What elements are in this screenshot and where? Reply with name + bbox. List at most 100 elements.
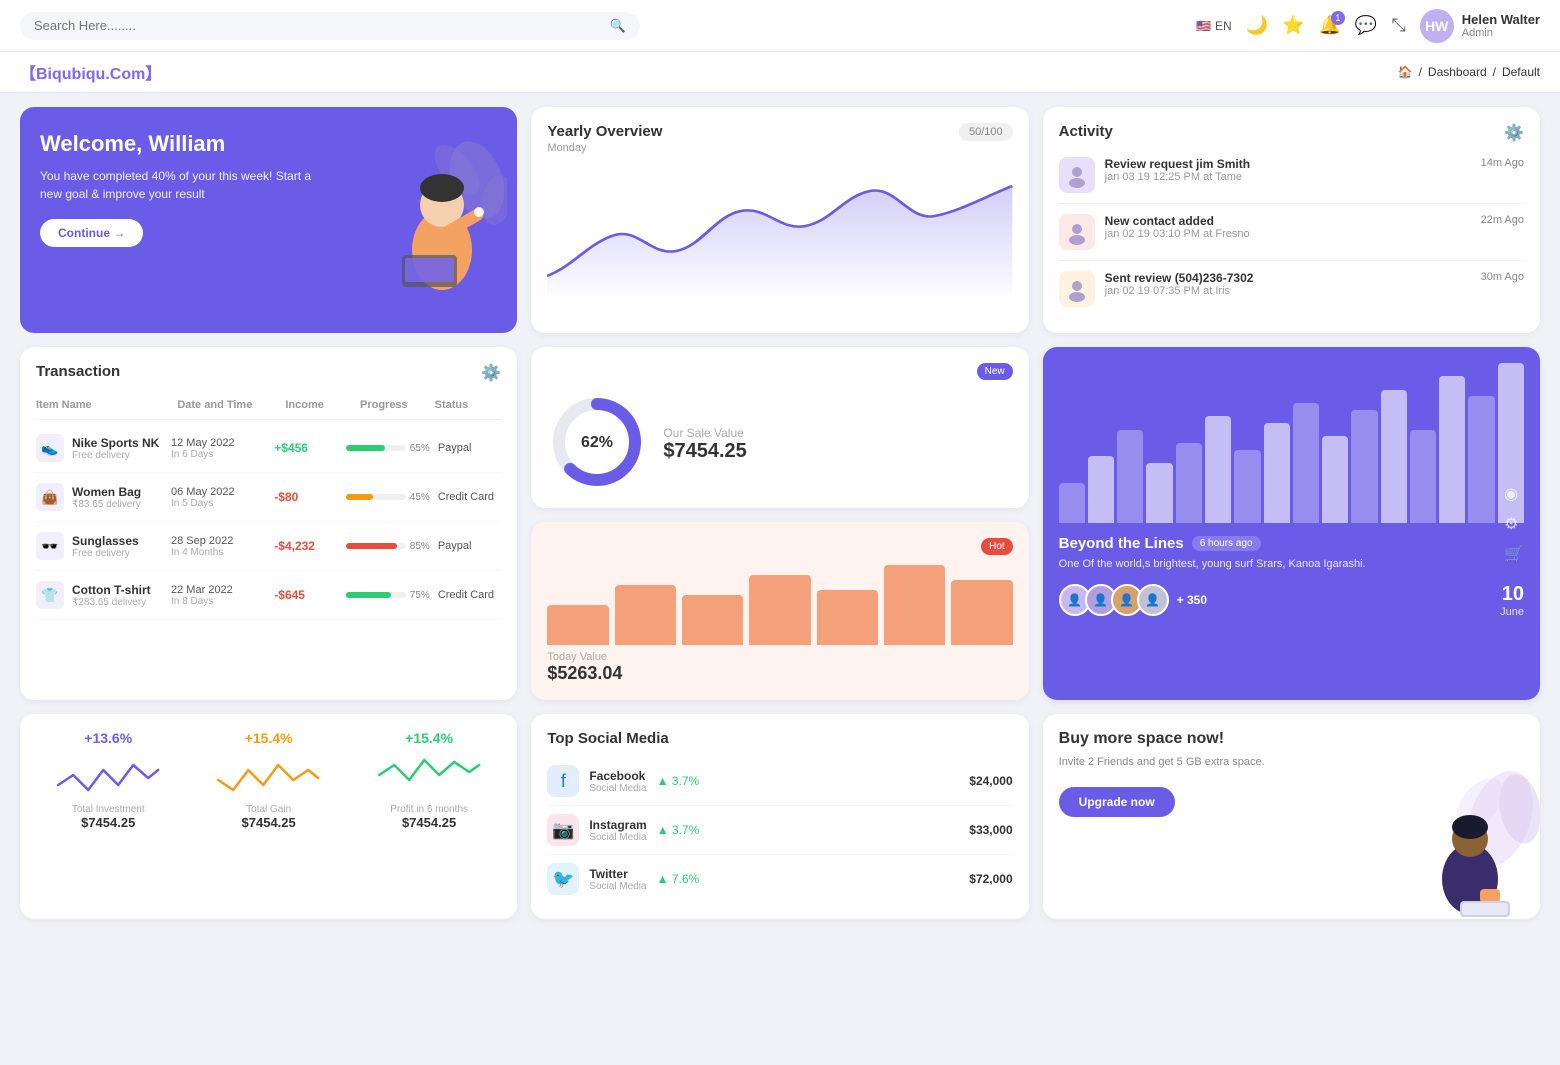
stat-investment-label: Total Investment <box>72 804 145 815</box>
search-bar[interactable]: 🔍 <box>20 12 640 40</box>
stat-profit-wave <box>357 750 501 800</box>
breadcrumb-current: Default <box>1502 65 1540 79</box>
item-date: 06 May 2022 <box>171 486 266 498</box>
social-icon: f <box>547 765 579 797</box>
welcome-title: Welcome, William <box>40 131 314 157</box>
item-status: Credit Card <box>438 491 502 503</box>
col-progress: Progress <box>360 399 427 411</box>
today-value: $5263.04 <box>547 663 1012 684</box>
chat-icon[interactable]: 💬 <box>1355 15 1377 36</box>
star-icon[interactable]: ⭐ <box>1282 15 1304 36</box>
beyond-bar-chart <box>1059 363 1524 523</box>
buy-space-card: Buy more space now! Invite 2 Friends and… <box>1043 714 1540 919</box>
progress-pct: 65% <box>410 443 430 454</box>
activity-card: Activity ⚙️ Review request jim Smith jan… <box>1043 107 1540 333</box>
col-income: Income <box>285 399 352 411</box>
breadcrumb-dashboard[interactable]: Dashboard <box>1428 65 1487 79</box>
social-row: 📷 Instagram Social Media ▲ 3.7% $33,000 <box>547 806 1012 855</box>
table-row: 👕 Cotton T-shirt ₹283.65 delivery 22 Mar… <box>36 571 501 620</box>
item-status: Credit Card <box>438 589 502 601</box>
item-date-sub: In 8 Days <box>171 596 266 607</box>
new-badge: New <box>977 363 1013 380</box>
language-selector[interactable]: 🇺🇸 EN <box>1196 19 1232 33</box>
social-pct: ▲ 3.7% <box>657 823 700 837</box>
home-icon[interactable]: 🏠 <box>1398 65 1413 79</box>
user-info[interactable]: HW Helen Walter Admin <box>1420 9 1540 43</box>
item-name: Cotton T-shirt <box>72 583 151 597</box>
item-name: Sunglasses <box>72 534 139 548</box>
item-status: Paypal <box>438 442 502 454</box>
stat-gain: +15.4% Total Gain $7454.25 <box>196 730 340 903</box>
col-status: Status <box>435 399 502 411</box>
social-media-card: Top Social Media f Facebook Social Media… <box>531 714 1028 919</box>
activity-list: Review request jim Smith jan 03 19 12:25… <box>1059 147 1524 317</box>
progress-bar <box>346 543 406 549</box>
stats-card: +13.6% Total Investment $7454.25 +15.4% … <box>20 714 517 919</box>
transaction-settings-icon[interactable]: ⚙️ <box>481 363 501 383</box>
item-income: -$645 <box>274 588 338 602</box>
space-title: Buy more space now! <box>1059 730 1338 748</box>
item-date: 28 Sep 2022 <box>171 535 266 547</box>
item-name: Nike Sports NK <box>72 436 159 450</box>
social-row: 🐦 Twitter Social Media ▲ 7.6% $72,000 <box>547 855 1012 903</box>
breadcrumb: 🏠 / Dashboard / Default <box>1398 65 1540 79</box>
progress-pct: 45% <box>410 492 430 503</box>
social-name: Twitter <box>589 867 646 881</box>
beyond-date: 10 <box>1500 583 1524 606</box>
progress-fill <box>346 592 391 598</box>
stat-profit-pct: +15.4% <box>405 730 453 746</box>
fullscreen-icon[interactable]: ⤡ <box>1391 15 1405 36</box>
beyond-bar-item <box>1468 396 1494 523</box>
stat-profit: +15.4% Profit in 6 months $7454.25 <box>357 730 501 903</box>
activity-item: Review request jim Smith jan 03 19 12:25… <box>1059 147 1524 204</box>
beyond-avatars: 👤 👤 👤 👤 + 350 <box>1059 584 1207 616</box>
avatar-4: 👤 <box>1137 584 1169 616</box>
social-name: Instagram <box>589 818 646 832</box>
activity-item: New contact added jan 02 19 03:10 PM at … <box>1059 204 1524 261</box>
activity-settings-icon[interactable]: ⚙️ <box>1504 123 1524 143</box>
item-income: -$4,232 <box>274 539 338 553</box>
progress-bar <box>346 445 406 451</box>
beyond-sub: One Of the world,s brightest, young surf… <box>1059 556 1524 573</box>
stat-investment-value: $7454.25 <box>81 815 135 830</box>
activity-item: Sent review (504)236-7302 jan 02 19 07:3… <box>1059 261 1524 317</box>
progress-pct: 75% <box>410 590 430 601</box>
social-rows: f Facebook Social Media ▲ 3.7% $24,000 📷… <box>547 757 1012 903</box>
item-icon: 👜 <box>36 483 64 511</box>
beyond-bar-item <box>1264 423 1290 523</box>
item-icon: 👟 <box>36 434 64 462</box>
stat-gain-pct: +15.4% <box>245 730 293 746</box>
beyond-bar-item <box>1117 430 1143 523</box>
bar-item <box>749 575 810 645</box>
continue-button[interactable]: Continue → <box>40 219 143 247</box>
social-row: f Facebook Social Media ▲ 3.7% $24,000 <box>547 757 1012 806</box>
col-date: Date and Time <box>177 399 277 411</box>
notifications-icon[interactable]: 🔔 1 <box>1318 15 1340 36</box>
dark-mode-icon[interactable]: 🌙 <box>1246 15 1268 36</box>
upgrade-button[interactable]: Upgrade now <box>1059 787 1175 817</box>
activity-item-title: Review request jim Smith <box>1105 157 1471 171</box>
beyond-settings-icon[interactable]: ◉ <box>1504 484 1524 504</box>
social-type: Social Media <box>589 881 646 892</box>
beyond-card: ◉ ⚙ 🛒 Beyond the Lines 6 hours ago One O… <box>1043 347 1540 700</box>
notification-badge: 1 <box>1331 11 1345 25</box>
stat-investment-pct: +13.6% <box>84 730 132 746</box>
beyond-gear-icon[interactable]: ⚙ <box>1504 514 1524 534</box>
user-name: Helen Walter <box>1462 12 1540 27</box>
donut-chart: 62% <box>547 392 647 492</box>
item-sub: ₹283.65 delivery <box>72 597 151 608</box>
item-income: -$80 <box>274 490 338 504</box>
item-sub: ₹83.65 delivery <box>72 499 141 510</box>
progress-fill <box>346 543 397 549</box>
search-input[interactable] <box>34 18 602 33</box>
hot-badge: Hot <box>981 538 1013 555</box>
bar-item <box>547 605 608 645</box>
item-income: +$456 <box>274 441 338 455</box>
svg-text:62%: 62% <box>581 434 613 451</box>
beyond-plus-count: + 350 <box>1177 593 1207 607</box>
beyond-bar-item <box>1381 390 1407 523</box>
beyond-bar-item <box>1059 483 1085 523</box>
donut-area: 62% Our Sale Value $7454.25 <box>547 392 1012 492</box>
item-date-sub: In 4 Months <box>171 547 266 558</box>
sale-label: Our Sale Value <box>663 426 746 440</box>
